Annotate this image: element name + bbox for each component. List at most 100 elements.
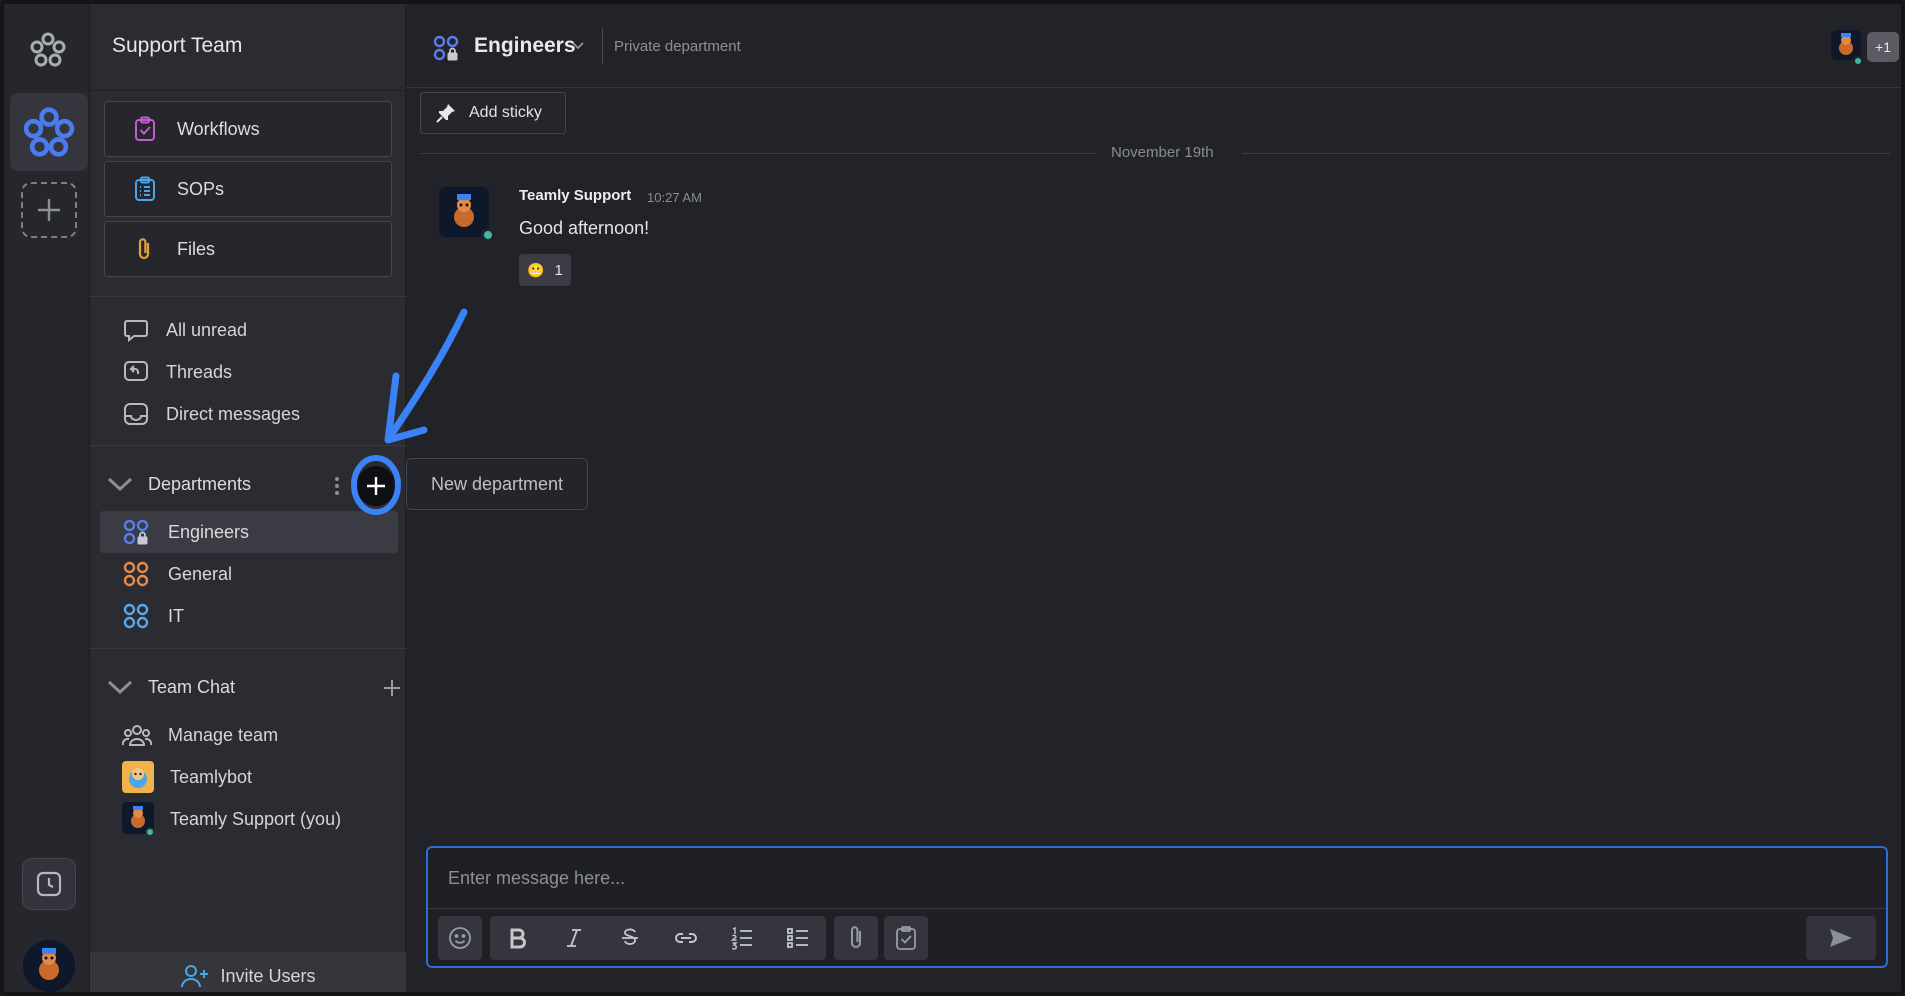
- inbox-icon: [124, 403, 148, 425]
- nav-direct-messages-label: Direct messages: [166, 403, 301, 424]
- sops-button[interactable]: SOPs: [104, 161, 392, 217]
- files-label: Files: [177, 238, 216, 259]
- files-button[interactable]: Files: [104, 221, 392, 277]
- sidebar: Support Team Workflows SOPs Files All un…: [90, 4, 406, 992]
- sops-label: SOPs: [177, 178, 225, 199]
- teamly-support-label: Teamly Support (you): [170, 808, 342, 829]
- emoji-tool-group: [438, 916, 482, 960]
- send-button[interactable]: [1806, 916, 1876, 960]
- divider: [1242, 153, 1890, 154]
- department-locked-icon: [123, 519, 149, 545]
- format-tool-group: [490, 916, 826, 960]
- plus-icon: [367, 477, 385, 495]
- add-sticky-label: Add sticky: [469, 104, 542, 121]
- emoji-icon[interactable]: [438, 916, 482, 960]
- online-status-dot: [481, 228, 495, 242]
- team-chat-title: Team Chat: [148, 676, 236, 697]
- invite-users-button[interactable]: Invite Users: [90, 952, 406, 992]
- team-chat-teamly-support[interactable]: Teamly Support (you): [122, 801, 341, 837]
- department-locked-icon: [433, 35, 459, 61]
- message-author[interactable]: Teamly Support: [519, 187, 631, 204]
- add-team-chat-icon[interactable]: [382, 678, 402, 698]
- reaction-count: 1: [554, 261, 563, 279]
- department-general-label: General: [168, 563, 233, 584]
- member-count-badge[interactable]: +1: [1867, 32, 1899, 62]
- nav-direct-messages[interactable]: Direct messages: [122, 396, 300, 432]
- message-author-avatar[interactable]: [439, 187, 489, 237]
- send-icon: [1830, 929, 1852, 947]
- bullet-list-icon[interactable]: [770, 916, 826, 960]
- reply-bubble-icon: [124, 361, 148, 381]
- app-logo-icon[interactable]: [28, 30, 68, 70]
- channel-name[interactable]: Engineers: [474, 34, 576, 58]
- online-status-dot: [1853, 56, 1863, 66]
- strikethrough-icon[interactable]: [602, 916, 658, 960]
- add-workspace-button[interactable]: [21, 182, 77, 238]
- bold-icon[interactable]: [490, 916, 546, 960]
- team-chat-teamlybot[interactable]: Teamlybot: [122, 759, 252, 795]
- task-icon[interactable]: [884, 916, 928, 960]
- chevron-down-icon[interactable]: [572, 42, 584, 50]
- workspace-support-team[interactable]: [10, 93, 88, 171]
- team-title[interactable]: Support Team: [112, 34, 242, 58]
- main-panel: Engineers Private department +1 Add stic…: [406, 4, 1901, 992]
- channel-description: Private department: [614, 38, 741, 55]
- task-tool-group: [884, 916, 928, 960]
- department-it-label: IT: [168, 605, 184, 626]
- department-icon: [123, 561, 149, 587]
- chevron-down-icon: [107, 680, 133, 695]
- department-engineers[interactable]: Engineers: [100, 511, 398, 553]
- divider: [420, 153, 1096, 154]
- divider: [90, 445, 406, 446]
- divider: [602, 28, 603, 64]
- group-icon: [122, 725, 152, 746]
- link-icon[interactable]: [658, 916, 714, 960]
- list-clipboard-icon: [135, 176, 155, 201]
- invite-users-label: Invite Users: [220, 965, 316, 986]
- workflows-label: Workflows: [177, 118, 260, 139]
- nav-threads[interactable]: Threads: [122, 354, 232, 390]
- manage-team-label: Manage team: [168, 724, 279, 745]
- message-text: Good afternoon!: [519, 218, 650, 238]
- nav-all-unread[interactable]: All unread: [122, 312, 247, 348]
- add-sticky-button[interactable]: Add sticky: [420, 92, 566, 134]
- department-icon: [123, 603, 149, 629]
- workflows-button[interactable]: Workflows: [104, 101, 392, 157]
- ordered-list-icon[interactable]: [714, 916, 770, 960]
- attach-icon[interactable]: [834, 916, 878, 960]
- pin-icon: [436, 104, 455, 123]
- department-general[interactable]: General: [100, 553, 398, 595]
- paperclip-icon: [138, 238, 150, 260]
- attach-tool-group: [834, 916, 878, 960]
- workspace-rail: [4, 4, 90, 992]
- message-input[interactable]: [428, 848, 1886, 908]
- message-timestamp: 10:27 AM: [647, 190, 702, 205]
- department-engineers-label: Engineers: [168, 521, 250, 542]
- nav-all-unread-label: All unread: [166, 319, 248, 340]
- reaction-chip[interactable]: 😬 1: [519, 254, 571, 286]
- date-separator: November 19th: [1111, 144, 1214, 161]
- divider: [428, 908, 1886, 909]
- add-user-icon: [181, 965, 209, 988]
- current-user-avatar[interactable]: [23, 940, 75, 992]
- italic-icon[interactable]: [546, 916, 602, 960]
- more-options-icon[interactable]: [334, 476, 340, 496]
- departments-title: Departments: [148, 473, 252, 494]
- divider: [90, 90, 406, 91]
- add-department-button[interactable]: [356, 466, 396, 506]
- grimace-emoji: 😬: [527, 261, 545, 278]
- app-window: Support Team Workflows SOPs Files All un…: [0, 0, 1905, 996]
- bot-avatar: [122, 761, 154, 793]
- nav-threads-label: Threads: [166, 361, 233, 382]
- user-avatar: [122, 802, 154, 836]
- divider: [90, 296, 406, 297]
- clock-icon[interactable]: [22, 858, 76, 910]
- divider: [90, 648, 406, 649]
- clipboard-check-icon: [135, 116, 155, 141]
- message-composer: [426, 846, 1888, 968]
- department-it[interactable]: IT: [100, 595, 398, 637]
- team-chat-manage-team[interactable]: Manage team: [122, 717, 278, 753]
- channel-header: Engineers Private department +1: [406, 4, 1901, 88]
- chat-bubble-icon: [124, 320, 148, 343]
- team-chat-section-header[interactable]: Team Chat: [102, 670, 402, 704]
